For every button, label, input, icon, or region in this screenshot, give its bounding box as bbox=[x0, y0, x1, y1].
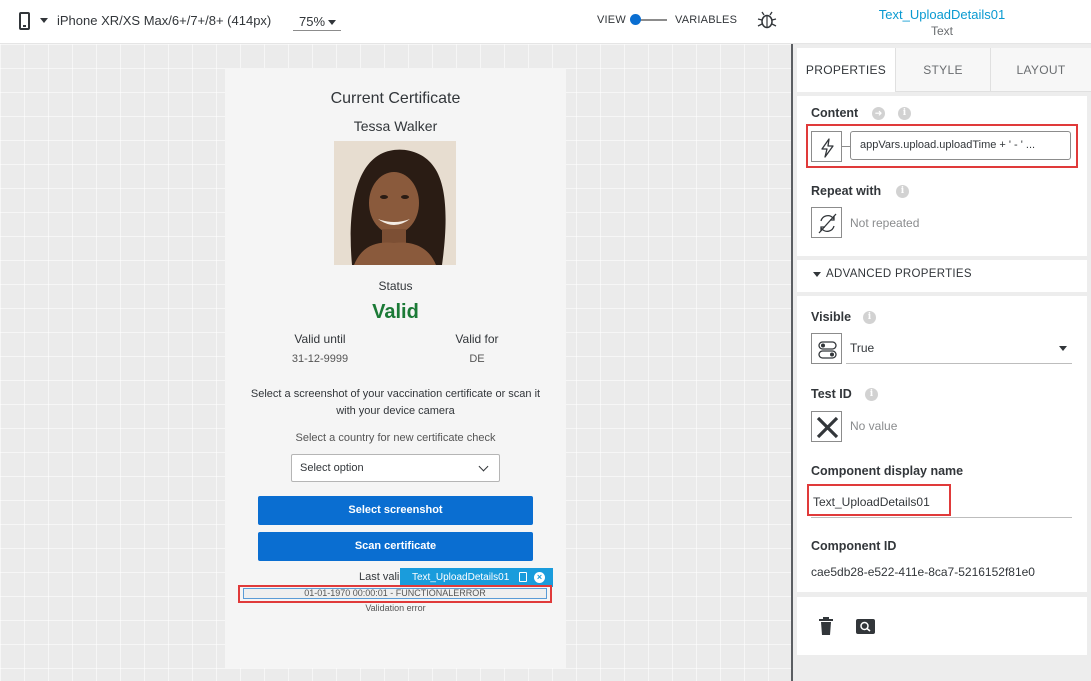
component-display-name-label: Component display name bbox=[811, 464, 964, 478]
repeat-with-label: Repeat with bbox=[811, 184, 882, 198]
highlight-box-display-name bbox=[807, 484, 951, 516]
tab-properties[interactable]: PROPERTIES bbox=[797, 48, 895, 92]
no-value-x-icon bbox=[816, 416, 839, 439]
profile-photo-image bbox=[334, 141, 456, 265]
info-icon[interactable]: i bbox=[863, 311, 876, 324]
repeat-disabled-icon bbox=[818, 213, 837, 234]
content-label: Content bbox=[811, 106, 859, 120]
repeat-binding-button[interactable] bbox=[811, 207, 842, 238]
valid-until-value[interactable]: 31-12-9999 bbox=[260, 353, 380, 365]
copy-icon[interactable] bbox=[519, 572, 527, 582]
selected-component-type: Text bbox=[930, 24, 953, 38]
country-select-value: Select option bbox=[300, 462, 364, 474]
mobile-device-icon[interactable] bbox=[19, 12, 30, 30]
variables-mode-label[interactable]: VARIABLES bbox=[675, 14, 737, 26]
select-screenshot-button[interactable]: Select screenshot bbox=[258, 496, 533, 525]
display-name-underline bbox=[811, 517, 1072, 518]
upload-instructions[interactable]: Select a screenshot of your vaccination … bbox=[250, 386, 541, 420]
info-icon[interactable]: i bbox=[898, 107, 911, 120]
zoom-select[interactable]: 75% bbox=[293, 12, 341, 31]
device-dropdown-caret-icon[interactable] bbox=[40, 18, 48, 23]
zoom-value: 75% bbox=[299, 14, 326, 29]
visible-label: Visible bbox=[811, 310, 852, 324]
selected-component-name: Text_UploadDetails01 bbox=[878, 7, 1006, 22]
visible-dropdown-caret-icon[interactable] bbox=[1059, 346, 1067, 351]
top-toolbar: iPhone XR/XS Max/6+/7+/8+ (414px) 75% VI… bbox=[0, 0, 1091, 44]
visible-binding-button[interactable] bbox=[811, 333, 842, 364]
country-select[interactable]: Select option bbox=[291, 454, 500, 482]
chevron-down-icon bbox=[478, 461, 489, 472]
profile-photo[interactable] bbox=[334, 141, 456, 265]
test-id-binding-button[interactable] bbox=[811, 411, 842, 442]
close-icon[interactable]: × bbox=[534, 572, 545, 583]
toggle-switch-icon bbox=[818, 341, 837, 359]
scan-certificate-button[interactable]: Scan certificate bbox=[258, 532, 533, 561]
binding-arrow-icon[interactable]: ➜ bbox=[872, 107, 885, 120]
upload-details-text[interactable]: 01-01-1970 00:00:01 - FUNCTIONALERROR bbox=[243, 588, 547, 598]
component-id-label: Component ID bbox=[811, 539, 897, 553]
certificate-title[interactable]: Current Certificate bbox=[225, 90, 566, 108]
component-id-value: cae5db28-e522-411e-8ca7-5216152f81e0 bbox=[811, 565, 1035, 579]
status-value[interactable]: Valid bbox=[225, 301, 566, 324]
highlight-box-content bbox=[806, 124, 1078, 168]
inspect-search-icon[interactable] bbox=[856, 619, 875, 634]
bug-debug-icon[interactable] bbox=[757, 10, 777, 30]
selected-component-chip-label: Text_UploadDetails01 bbox=[412, 572, 510, 583]
properties-tabs: PROPERTIES STYLE LAYOUT bbox=[797, 48, 1091, 92]
device-selector-label[interactable]: iPhone XR/XS Max/6+/7+/8+ (414px) bbox=[57, 13, 271, 28]
status-label[interactable]: Status bbox=[225, 279, 566, 293]
valid-for-value[interactable]: DE bbox=[417, 353, 537, 365]
view-variables-toggle-knob[interactable] bbox=[630, 14, 641, 25]
visible-dropdown-underline bbox=[846, 363, 1072, 364]
visible-value[interactable]: True bbox=[850, 341, 874, 355]
tab-layout[interactable]: LAYOUT bbox=[991, 48, 1091, 92]
valid-until-label[interactable]: Valid until bbox=[260, 332, 380, 346]
valid-for-label[interactable]: Valid for bbox=[417, 332, 537, 346]
panel-actions bbox=[797, 597, 1087, 655]
caret-down-icon[interactable] bbox=[813, 272, 821, 277]
info-icon[interactable]: i bbox=[896, 185, 909, 198]
trash-icon[interactable] bbox=[818, 617, 834, 635]
advanced-properties-label[interactable]: ADVANCED PROPERTIES bbox=[826, 268, 972, 280]
test-id-label: Test ID bbox=[811, 387, 852, 401]
validation-error-text[interactable]: Validation error bbox=[225, 603, 566, 613]
country-select-label[interactable]: Select a country for new certificate che… bbox=[225, 432, 566, 444]
tab-style[interactable]: STYLE bbox=[896, 48, 990, 92]
person-name[interactable]: Tessa Walker bbox=[225, 118, 566, 134]
test-id-value: No value bbox=[850, 419, 898, 433]
view-mode-label[interactable]: VIEW bbox=[597, 14, 626, 26]
zoom-caret-icon bbox=[328, 20, 336, 25]
info-icon[interactable]: i bbox=[865, 388, 878, 401]
repeat-with-value: Not repeated bbox=[850, 216, 920, 230]
